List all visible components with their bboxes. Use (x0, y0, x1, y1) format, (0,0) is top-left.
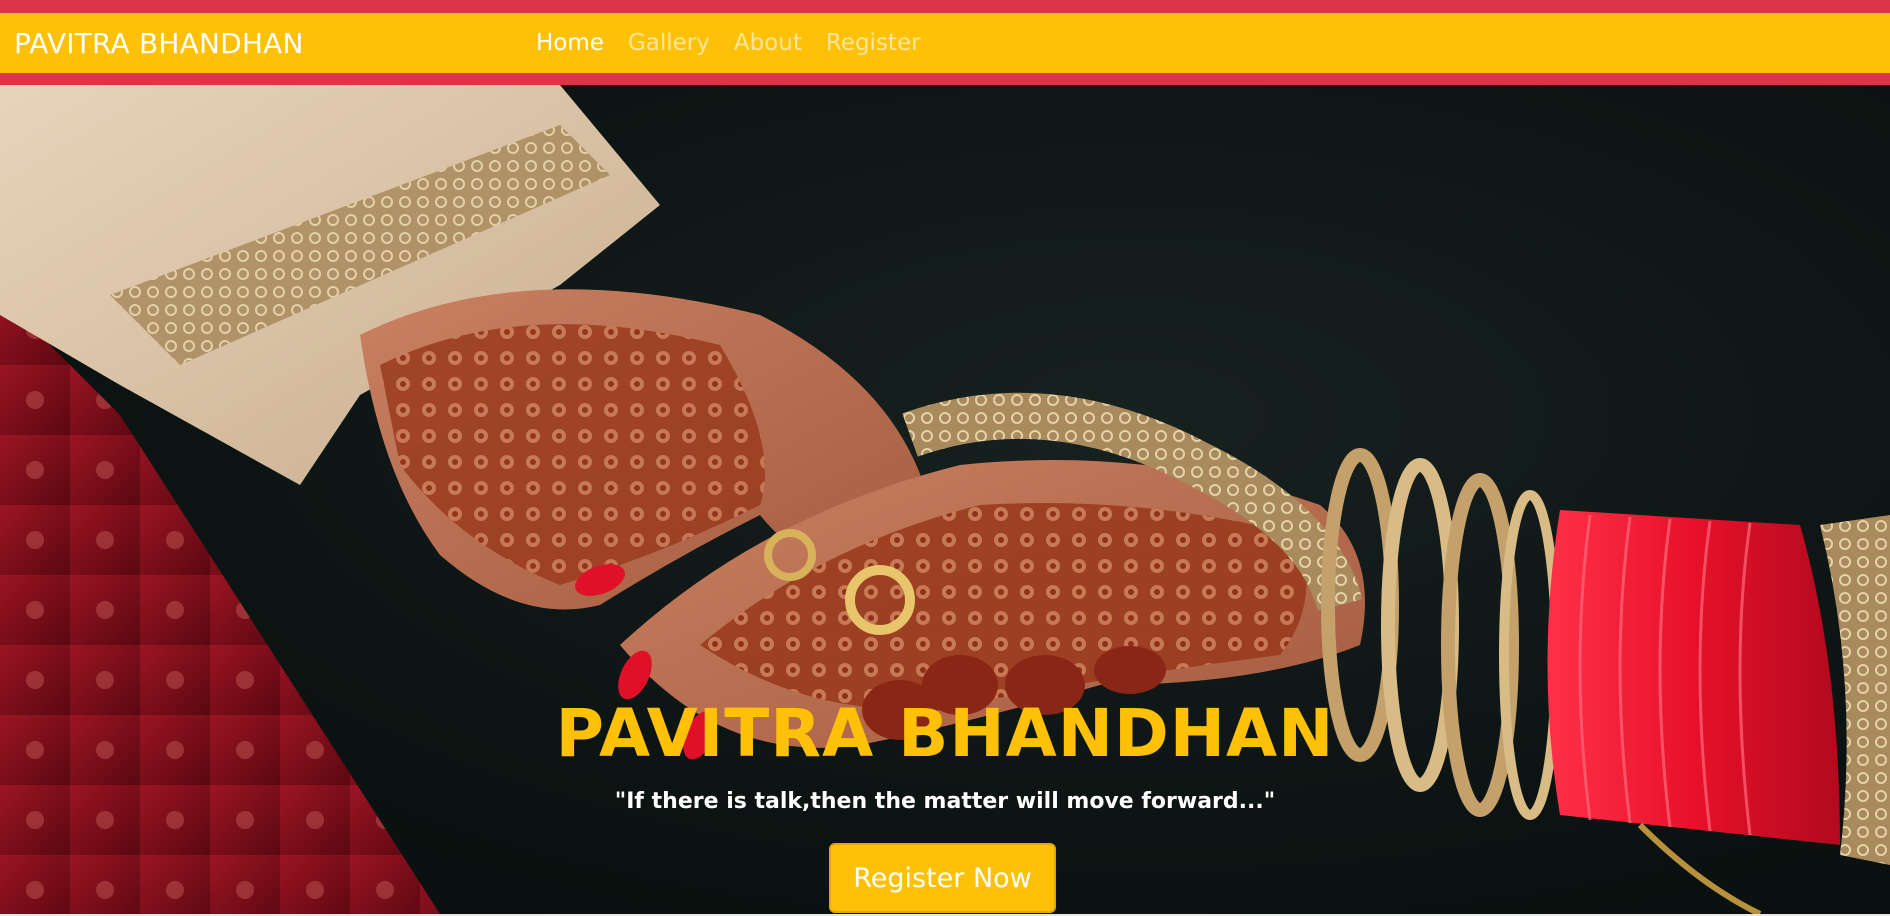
hero-quote: "If there is talk,then the matter will m… (614, 789, 1276, 814)
brand-logo[interactable]: PAVITRA BHANDHAN (14, 27, 304, 60)
fingertip (1094, 646, 1166, 694)
hero-section: PAVITRA BHANDHAN "If there is talk,then … (0, 85, 1890, 914)
register-now-button[interactable]: Register Now (829, 843, 1056, 913)
nav-link-register[interactable]: Register (826, 30, 921, 56)
nav-link-home[interactable]: Home (536, 30, 604, 56)
nav-link-about[interactable]: About (734, 30, 802, 56)
nav-links: Home Gallery About Register (536, 30, 921, 56)
hanging-thread (1637, 822, 1762, 914)
nav-link-gallery[interactable]: Gallery (628, 30, 710, 56)
hero-title: PAVITRA BHANDHAN (555, 695, 1335, 772)
navbar: PAVITRA BHANDHAN Home Gallery About Regi… (0, 13, 1890, 73)
